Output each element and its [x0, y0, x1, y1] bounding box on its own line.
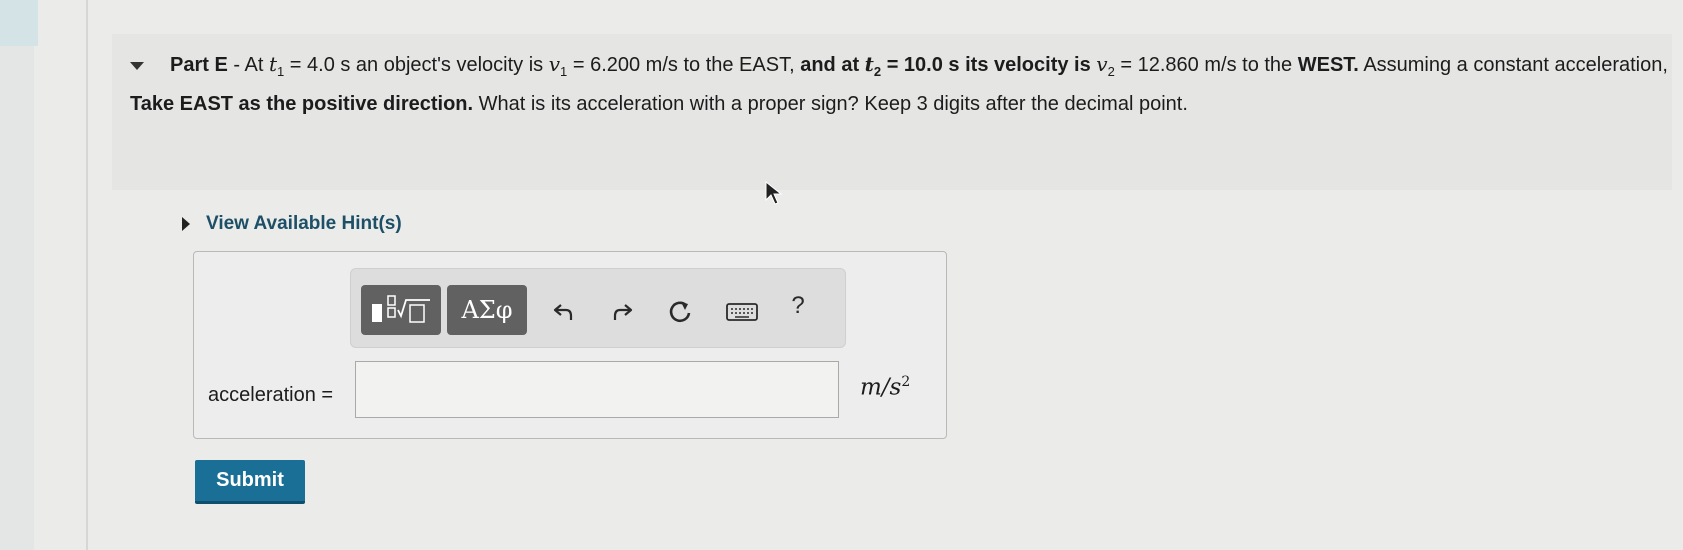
- view-hints-label: View Available Hint(s): [206, 213, 402, 234]
- question-bold-c: WEST.: [1297, 54, 1359, 76]
- question-text-b: to the EAST,: [677, 54, 801, 76]
- question-text: Part E - At t1 = 4.0 s an object's veloc…: [130, 48, 1670, 120]
- t2-value: = 10.0 s: [881, 54, 960, 76]
- acceleration-label: acceleration =: [208, 384, 334, 406]
- t2-var: t: [864, 52, 874, 76]
- question-text-c: to the: [1236, 54, 1298, 76]
- v1-var: v: [548, 52, 561, 76]
- content-left-border: [86, 0, 88, 550]
- unit-exponent: 2: [901, 374, 911, 390]
- question-text-a: an object's velocity is: [350, 54, 549, 76]
- t1-var: t: [268, 52, 277, 76]
- redo-icon[interactable]: [605, 295, 639, 329]
- view-hints-link[interactable]: View Available Hint(s): [182, 213, 402, 235]
- question-bold-b: its velocity is: [959, 54, 1097, 76]
- v1-value: = 6.200 m/s: [567, 54, 678, 76]
- mouse-cursor-icon: [765, 180, 783, 205]
- keyboard-icon[interactable]: [725, 295, 759, 329]
- collapse-arrow-icon[interactable]: [130, 61, 144, 70]
- left-strip-accent: [0, 0, 38, 46]
- math-toolbar: ΑΣφ ?: [350, 268, 846, 348]
- help-icon[interactable]: ?: [781, 289, 815, 323]
- part-label: Part E: [170, 54, 228, 76]
- acceleration-input[interactable]: [355, 361, 839, 418]
- question-bold-a: and at: [800, 54, 865, 76]
- question-bold-d: Take EAST as the positive direction.: [130, 93, 474, 115]
- question-sep: - At: [227, 54, 269, 76]
- unit-label: m/s2: [860, 374, 910, 401]
- templates-icon: [372, 295, 430, 323]
- v2-sub: 2: [1107, 64, 1115, 79]
- question-text-e: What is its acceleration with a proper s…: [473, 93, 1188, 115]
- unit-text: m/s: [860, 374, 902, 401]
- expand-arrow-icon: [182, 217, 190, 231]
- templates-button[interactable]: [361, 285, 441, 335]
- t1-value: = 4.0 s: [284, 54, 351, 76]
- submit-button[interactable]: Submit: [195, 460, 305, 504]
- greek-symbols-button[interactable]: ΑΣφ: [447, 285, 527, 335]
- undo-icon[interactable]: [547, 295, 581, 329]
- v2-var: v: [1096, 52, 1108, 76]
- left-strip: [0, 0, 34, 550]
- question-text-d: Assuming a constant acceleration,: [1358, 54, 1668, 76]
- v2-value: = 12.860 m/s: [1114, 54, 1237, 76]
- reset-icon[interactable]: [663, 295, 697, 329]
